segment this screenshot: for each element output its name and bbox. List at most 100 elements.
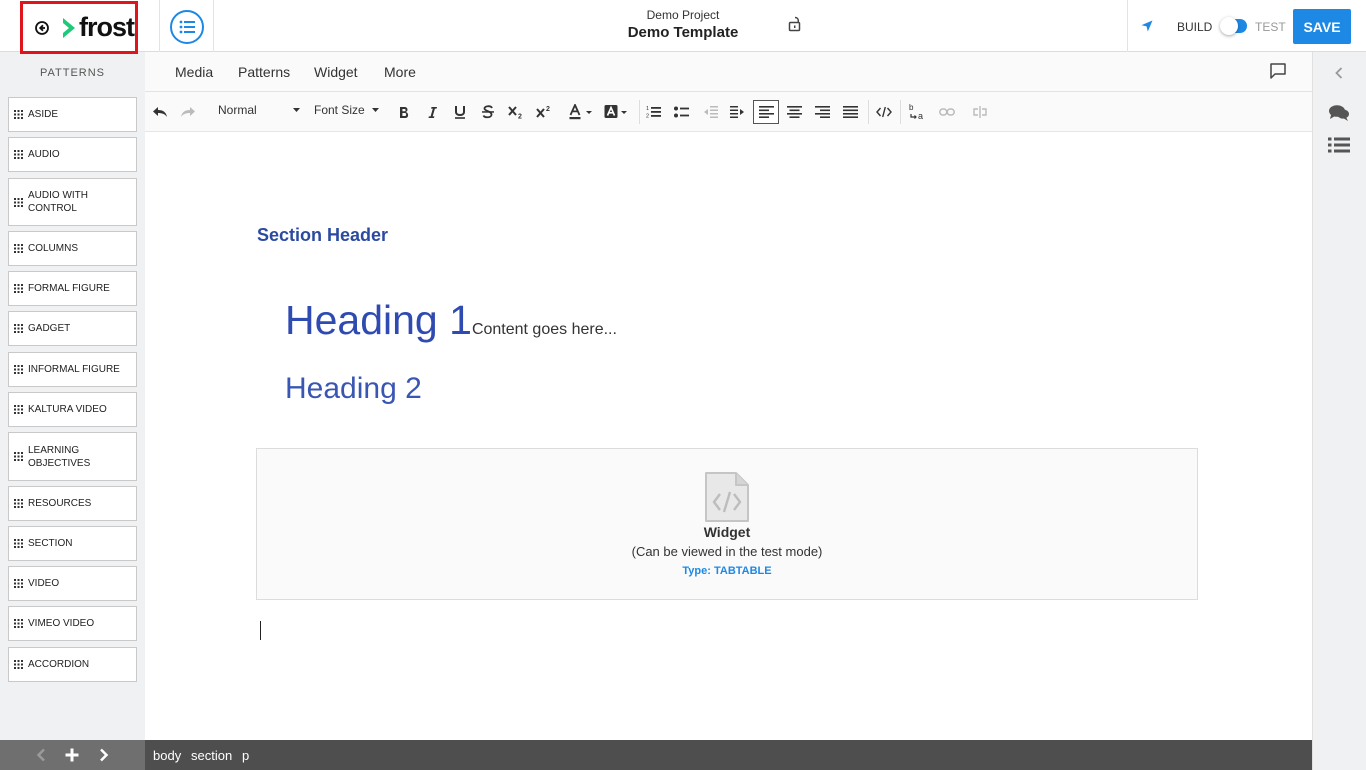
align-left-button[interactable] xyxy=(753,100,779,124)
toggle-knob xyxy=(1220,17,1238,35)
superscript-button[interactable]: 2 xyxy=(534,102,554,122)
pattern-item[interactable]: GADGET xyxy=(8,311,137,346)
pattern-label: FORMAL FIGURE xyxy=(28,283,110,294)
location-arrow-icon[interactable] xyxy=(1140,19,1154,33)
indent-button[interactable] xyxy=(727,102,747,122)
drag-handle-icon xyxy=(14,110,23,119)
heading-2[interactable]: Heading 2 xyxy=(285,372,422,406)
pattern-label: COLUMNS xyxy=(28,243,79,254)
align-justify-icon xyxy=(842,106,858,118)
plus-icon xyxy=(65,748,79,762)
element-path-bar: body section p xyxy=(145,740,1312,770)
pattern-item[interactable]: ASIDE xyxy=(8,97,137,132)
unlock-icon[interactable] xyxy=(788,16,802,32)
redo-button[interactable] xyxy=(178,102,198,122)
pattern-item[interactable]: RESOURCES xyxy=(8,486,137,521)
undo-button[interactable] xyxy=(150,102,170,122)
pattern-item[interactable]: FORMAL FIGURE xyxy=(8,271,137,306)
drag-handle-icon xyxy=(14,660,23,669)
text-cursor xyxy=(260,621,261,640)
pattern-item[interactable]: SECTION xyxy=(8,526,137,561)
test-mode-label: TEST xyxy=(1255,20,1286,34)
outdent-icon xyxy=(703,106,718,118)
menu-more[interactable]: More xyxy=(384,64,416,80)
divider xyxy=(159,0,160,52)
underline-button[interactable] xyxy=(450,102,470,122)
outline-button[interactable] xyxy=(170,10,204,44)
path-body[interactable]: body xyxy=(153,748,181,763)
link-button[interactable] xyxy=(936,102,958,122)
frost-chevron-icon xyxy=(63,17,75,38)
pattern-item[interactable]: VIMEO VIDEO xyxy=(8,606,137,641)
prev-button[interactable] xyxy=(32,746,50,764)
pattern-label: SECTION xyxy=(28,538,73,549)
source-code-button[interactable] xyxy=(873,102,895,122)
editor-menubar: Media Patterns Widget More xyxy=(145,52,1312,92)
pattern-item[interactable]: LEARNING OBJECTIVES xyxy=(8,432,137,481)
pattern-item[interactable]: INFORMAL FIGURE xyxy=(8,352,137,387)
path-section[interactable]: section xyxy=(191,748,232,763)
section-header[interactable]: Section Header xyxy=(257,225,388,246)
bullet-list-button[interactable] xyxy=(671,102,691,122)
editor-canvas[interactable]: Section Header Heading 1Content goes her… xyxy=(145,132,1312,740)
align-justify-button[interactable] xyxy=(840,102,860,122)
svg-text:2: 2 xyxy=(546,106,550,113)
unlink-button[interactable] xyxy=(969,102,991,122)
bold-icon xyxy=(399,106,408,118)
menu-patterns[interactable]: Patterns xyxy=(238,64,290,80)
glossary-button[interactable]: ba xyxy=(907,102,929,122)
text-color-button[interactable] xyxy=(566,102,596,122)
caret-down-icon xyxy=(371,107,379,112)
subscript-icon: 2 xyxy=(508,106,522,119)
background-color-button[interactable] xyxy=(601,102,631,122)
heading-1[interactable]: Heading 1Content goes here... xyxy=(285,297,617,344)
subscript-button[interactable]: 2 xyxy=(506,102,526,122)
content-placeholder: Content goes here... xyxy=(471,321,617,338)
widget-block[interactable]: Widget (Can be viewed in the test mode) … xyxy=(256,448,1198,600)
font-size-value: Font Size xyxy=(314,103,365,117)
next-button[interactable] xyxy=(95,746,113,764)
add-button[interactable] xyxy=(63,746,81,764)
path-p[interactable]: p xyxy=(242,748,249,763)
pattern-item[interactable]: ACCORDION xyxy=(8,647,137,682)
arrow-left-circle-icon xyxy=(35,20,49,35)
font-size-select[interactable]: Font Size xyxy=(314,103,379,117)
strikethrough-button[interactable] xyxy=(478,102,498,122)
drag-handle-icon xyxy=(14,197,23,207)
outdent-button[interactable] xyxy=(700,102,720,122)
list-icon[interactable] xyxy=(1328,137,1350,153)
pattern-item[interactable]: AUDIO xyxy=(8,137,137,172)
bold-button[interactable] xyxy=(394,102,414,122)
back-button[interactable] xyxy=(33,19,51,37)
build-test-toggle[interactable] xyxy=(1220,17,1247,35)
drag-handle-icon xyxy=(14,619,23,628)
code-icon xyxy=(876,106,892,118)
menu-widget[interactable]: Widget xyxy=(314,64,358,80)
widget-type: Type: TABTABLE xyxy=(682,565,772,577)
comments-icon[interactable] xyxy=(1328,104,1350,122)
pattern-item[interactable]: COLUMNS xyxy=(8,231,137,266)
drag-handle-icon xyxy=(14,579,23,588)
code-file-icon xyxy=(705,472,749,522)
link-icon xyxy=(939,108,955,116)
menu-media[interactable]: Media xyxy=(175,64,213,80)
pattern-item[interactable]: KALTURA VIDEO xyxy=(8,392,137,427)
italic-button[interactable] xyxy=(422,102,442,122)
pattern-item[interactable]: AUDIO WITH CONTROL xyxy=(8,178,137,226)
comment-icon[interactable] xyxy=(1269,62,1287,80)
pattern-label: RESOURCES xyxy=(28,498,92,509)
align-right-button[interactable] xyxy=(812,102,832,122)
align-center-button[interactable] xyxy=(784,102,804,122)
pattern-label: AUDIO WITH CONTROL xyxy=(28,190,88,214)
pattern-label: ACCORDION xyxy=(28,659,90,670)
block-format-select[interactable]: Normal xyxy=(218,103,300,117)
chevron-right-icon xyxy=(100,748,109,762)
sidebar-footer xyxy=(0,740,145,770)
heading-1-text: Heading 1 xyxy=(285,297,472,343)
align-left-icon xyxy=(758,106,774,118)
chevron-left-icon[interactable] xyxy=(1334,66,1344,80)
numbered-list-button[interactable]: 12 xyxy=(643,102,663,122)
save-button[interactable]: SAVE xyxy=(1293,9,1351,44)
pattern-item[interactable]: VIDEO xyxy=(8,566,137,601)
svg-text:1: 1 xyxy=(646,106,649,112)
